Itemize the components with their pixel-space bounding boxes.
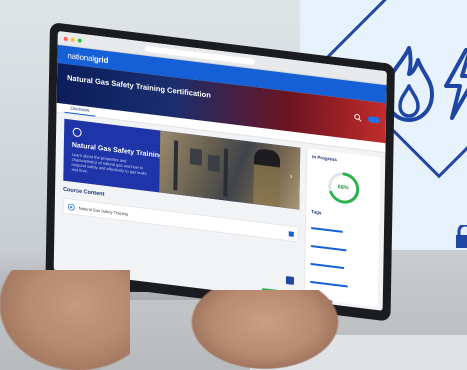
lesson-status-icon [288,230,294,237]
right-hand [190,290,340,370]
action-button[interactable] [285,275,295,285]
left-hand [0,270,130,370]
gas-meter [189,148,203,166]
lesson-title: Natural Gas Safety Training [78,205,128,217]
tag[interactable] [309,280,348,288]
close-dot[interactable] [63,36,68,41]
maximize-dot[interactable] [77,37,82,43]
gas-pipe [173,140,179,191]
minimize-dot[interactable] [70,37,75,42]
laptop-screen: nationalgrid Natural Gas Safety Training… [53,30,387,311]
gas-meter [207,154,221,172]
progress-sidebar: In Progress 68% Tags [303,148,381,308]
progress-percent: 68% [337,184,349,192]
chevron-right-icon[interactable]: › [290,171,298,182]
bolt-icon [444,48,467,120]
gas-pipe [223,148,229,197]
lock-icon [456,225,467,248]
header-toggle[interactable] [367,115,380,124]
logo-main: national [67,50,94,63]
play-icon[interactable] [67,203,75,211]
tag[interactable] [310,262,345,270]
search-icon[interactable] [354,113,362,122]
nationalgrid-logo[interactable]: nationalgrid [67,51,108,65]
photo-scene: nationalgrid Natural Gas Safety Training… [0,0,467,370]
certificate-icon [72,127,82,137]
logo-accent: grid [93,53,109,65]
banner-photo [159,130,301,210]
firefighter-figure [253,148,281,208]
tag[interactable] [310,227,343,233]
status-label: In Progress [312,154,337,163]
progress-ring: 68% [326,169,361,207]
tag-list [309,216,374,296]
tag[interactable] [310,244,347,252]
